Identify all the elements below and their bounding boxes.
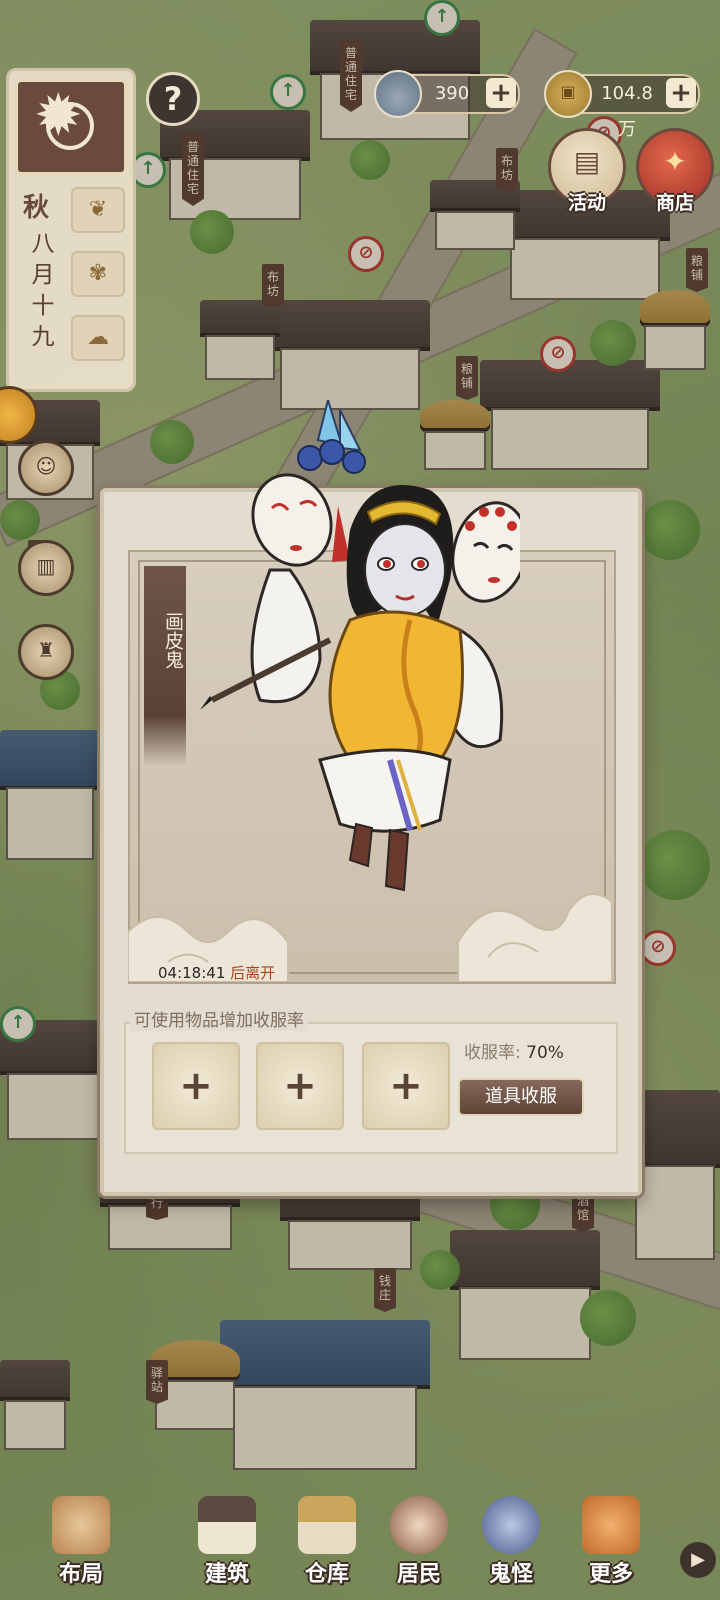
sun-icon [34, 86, 94, 150]
nav-layout[interactable]: 布局 [36, 1490, 126, 1590]
bowl-icon [374, 70, 422, 118]
nav-more-label: 更多 [588, 1561, 633, 1587]
plus-icon: + [283, 1063, 317, 1109]
item-slot[interactable]: + [256, 1042, 344, 1130]
rate-label: 收服率: [464, 1043, 521, 1063]
grass-icon: ❦ [71, 187, 125, 233]
warehouse-icon [298, 1496, 356, 1554]
silver-value: 390 [434, 83, 470, 104]
book-icon: ▥ [36, 554, 56, 578]
season-panel[interactable]: 秋 八月十九 ❦ ✾ ☁ [6, 68, 136, 392]
nav-ghosts-label: 鬼怪 [488, 1561, 533, 1587]
coin-icon [544, 70, 592, 118]
nav-residents-label: 居民 [396, 1561, 441, 1587]
character-name: 画皮鬼 [162, 612, 184, 669]
help-button[interactable]: ? [146, 72, 200, 126]
ghost-character-illustration [200, 400, 520, 892]
coin-counter: 104.8万 + [544, 70, 700, 140]
name-plate: 画皮鬼 [144, 566, 186, 766]
bag-icon: ♜ [37, 638, 55, 662]
activity-button[interactable]: ▤ 活动 [548, 128, 626, 214]
rate-value: 70% [526, 1043, 564, 1063]
leave-timer: 04:18:41 后离开 [158, 962, 275, 983]
weather-display [15, 79, 127, 175]
more-icon [582, 1496, 640, 1554]
timer-value: 04:18:41 [158, 964, 226, 982]
building-icon [198, 1496, 256, 1554]
nav-layout-label: 布局 [58, 1561, 103, 1587]
resident-icon [390, 1496, 448, 1554]
nav-more[interactable]: 更多 [566, 1490, 656, 1590]
season-date: 八月十九 [31, 231, 55, 350]
silver-counter: 390 + [374, 70, 520, 118]
nav-warehouse-label: 仓库 [304, 1561, 349, 1587]
side-button[interactable]: ♜ [18, 624, 74, 680]
season-name: 秋 [23, 193, 50, 223]
add-silver-button[interactable]: + [486, 78, 516, 108]
bottom-nav: 布局 建筑 仓库 居民 鬼怪 更多 ▶ [0, 1490, 720, 1600]
activity-label: 活动 [567, 192, 606, 214]
side-button[interactable]: ▥ [18, 540, 74, 596]
item-slot[interactable]: + [362, 1042, 450, 1130]
layout-icon [52, 1496, 110, 1554]
cloud-icon: ☁ [71, 315, 125, 361]
capture-rate: 收服率: 70% [464, 1038, 564, 1063]
shop-label: 商店 [655, 192, 694, 214]
plus-icon: + [179, 1063, 213, 1109]
ghost-icon [482, 1496, 540, 1554]
nav-ghosts[interactable]: 鬼怪 [466, 1490, 556, 1590]
nav-build-label: 建筑 [204, 1561, 249, 1587]
add-coin-button[interactable]: + [666, 78, 696, 108]
nav-residents[interactable]: 居民 [374, 1490, 464, 1590]
item-capture-button[interactable]: 道具收服 [458, 1078, 584, 1116]
wheat-icon: ✾ [71, 251, 125, 297]
villager-icon: ☺ [35, 454, 57, 478]
expand-arrow-icon[interactable]: ▶ [680, 1542, 716, 1578]
item-slot[interactable]: + [152, 1042, 240, 1130]
side-button[interactable]: ☺ [18, 440, 74, 496]
timer-suffix: 后离开 [230, 964, 276, 982]
nav-warehouse[interactable]: 仓库 [282, 1490, 372, 1590]
nav-build[interactable]: 建筑 [182, 1490, 272, 1590]
shop-button[interactable]: ✦ 商店 [636, 128, 714, 214]
plus-icon: + [389, 1063, 423, 1109]
items-title: 可使用物品增加收服率 [130, 1006, 308, 1031]
